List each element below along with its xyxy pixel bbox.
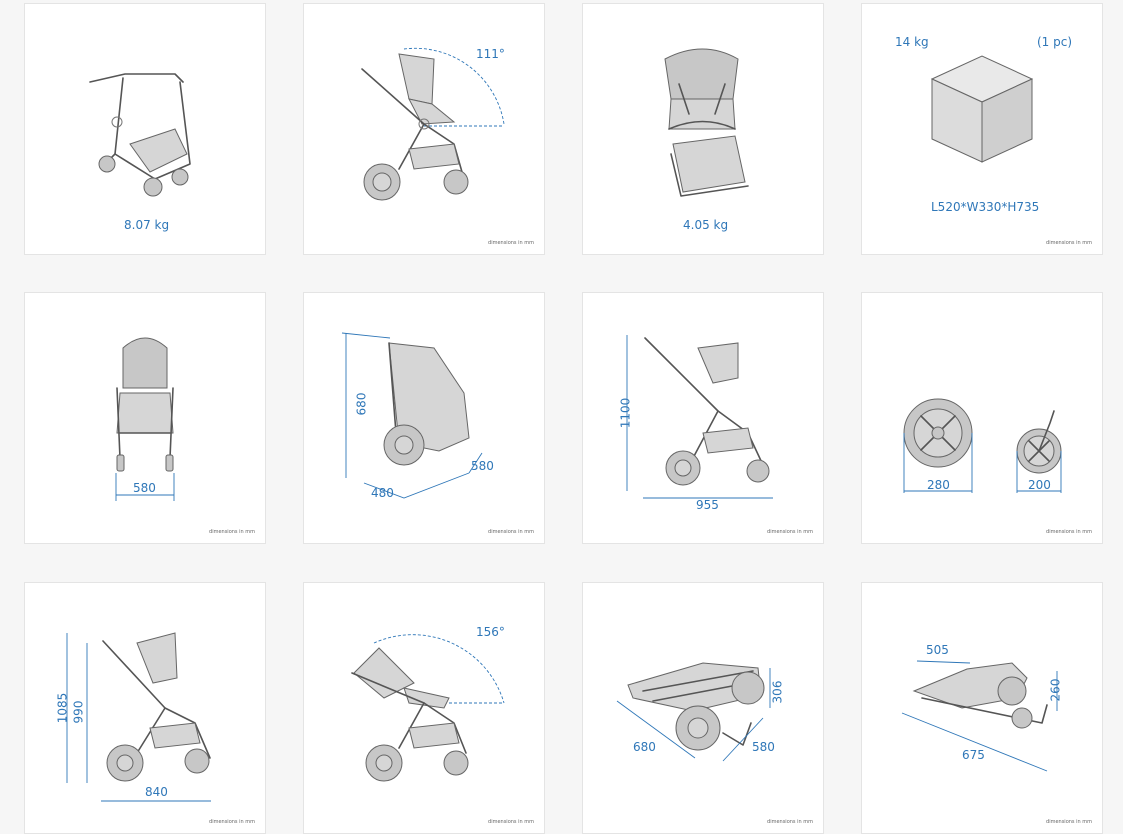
package-pieces: (1 pc) xyxy=(1037,35,1073,49)
dimensions-note: dimensions in mm xyxy=(1046,529,1092,535)
dimensions-note: dimensions in mm xyxy=(488,240,534,246)
side-height-label: 1100 xyxy=(618,397,633,429)
card-folded-size[interactable]: 680 480 580 dimensions in mm xyxy=(303,292,545,544)
compact-length-label: 680 xyxy=(633,740,656,754)
dimensions-note: dimensions in mm xyxy=(209,529,255,535)
card-fold-compact[interactable]: 306 680 580 dimensions in mm xyxy=(582,582,824,834)
stroller-backrest-angle-illustration xyxy=(361,47,505,201)
folded-flat-illustration xyxy=(901,660,1058,772)
folded-depth-label: 580 xyxy=(471,459,494,473)
card-wheel-sizes[interactable]: 280 200 dimensions in mm xyxy=(861,292,1103,544)
flat-width-label: 505 xyxy=(926,643,949,657)
dimensions-note: dimensions in mm xyxy=(1046,819,1092,825)
card-side-size[interactable]: 1100 955 dimensions in mm xyxy=(582,292,824,544)
card-seat-weight[interactable]: 4.05 kg xyxy=(582,3,824,255)
folded-compact-illustration xyxy=(616,662,771,762)
dimensions-note: dimensions in mm xyxy=(488,819,534,825)
wheels-illustration xyxy=(903,398,1062,493)
outer-height-label: 1085 xyxy=(55,692,70,724)
dimensions-note: dimensions in mm xyxy=(767,529,813,535)
flat-height-label: 260 xyxy=(1048,678,1063,702)
flat-length-label: 675 xyxy=(962,748,985,762)
package-weight: 14 kg xyxy=(895,35,929,49)
side-length-label: 955 xyxy=(696,498,719,512)
card-fold-flat[interactable]: 505 260 675 dimensions in mm xyxy=(861,582,1103,834)
card-backrest-angle[interactable]: 111° dimensions in mm xyxy=(303,3,545,255)
folded-width-label: 480 xyxy=(371,486,394,500)
card-heights[interactable]: 1085 990 840 dimensions in mm xyxy=(24,582,266,834)
card-front-width[interactable]: 580 dimensions in mm xyxy=(24,292,266,544)
dimensions-note: dimensions in mm xyxy=(488,529,534,535)
front-wheel-label: 200 xyxy=(1028,478,1051,492)
card-package[interactable]: 14 kg (1 pc) L520*W330*H735 dimensions i… xyxy=(861,3,1103,255)
compact-height-label: 306 xyxy=(770,680,785,704)
front-width-label: 580 xyxy=(133,481,156,495)
card-recline-angle[interactable]: 156° dimensions in mm xyxy=(303,582,545,834)
folded-height-label: 680 xyxy=(354,392,369,416)
stroller-front-view-illustration xyxy=(115,337,175,501)
stroller-frame-illustration xyxy=(89,73,191,197)
recline-angle-label: 156° xyxy=(476,625,505,639)
stroller-seat-illustration xyxy=(664,48,749,197)
length-label: 840 xyxy=(145,785,168,799)
dimensions-note: dimensions in mm xyxy=(209,819,255,825)
dimensions-note: dimensions in mm xyxy=(767,819,813,825)
rear-wheel-label: 280 xyxy=(927,478,950,492)
card-frame-weight[interactable]: 8.07 kg xyxy=(24,3,266,255)
dimensions-note: dimensions in mm xyxy=(1046,240,1092,246)
seat-weight-label: 4.05 kg xyxy=(683,218,729,232)
backrest-angle-label: 111° xyxy=(476,47,505,61)
package-dimensions: L520*W330*H735 xyxy=(931,200,1040,214)
folded-stroller-illustration xyxy=(341,332,483,499)
inner-height-label: 990 xyxy=(71,700,86,724)
stroller-recline-angle-illustration xyxy=(351,634,505,782)
frame-weight-label: 8.07 kg xyxy=(124,218,170,232)
compact-width-label: 580 xyxy=(752,740,775,754)
product-gallery: 8.07 kg 111° dimensions in mm 4.05 kg 14… xyxy=(0,0,1123,834)
